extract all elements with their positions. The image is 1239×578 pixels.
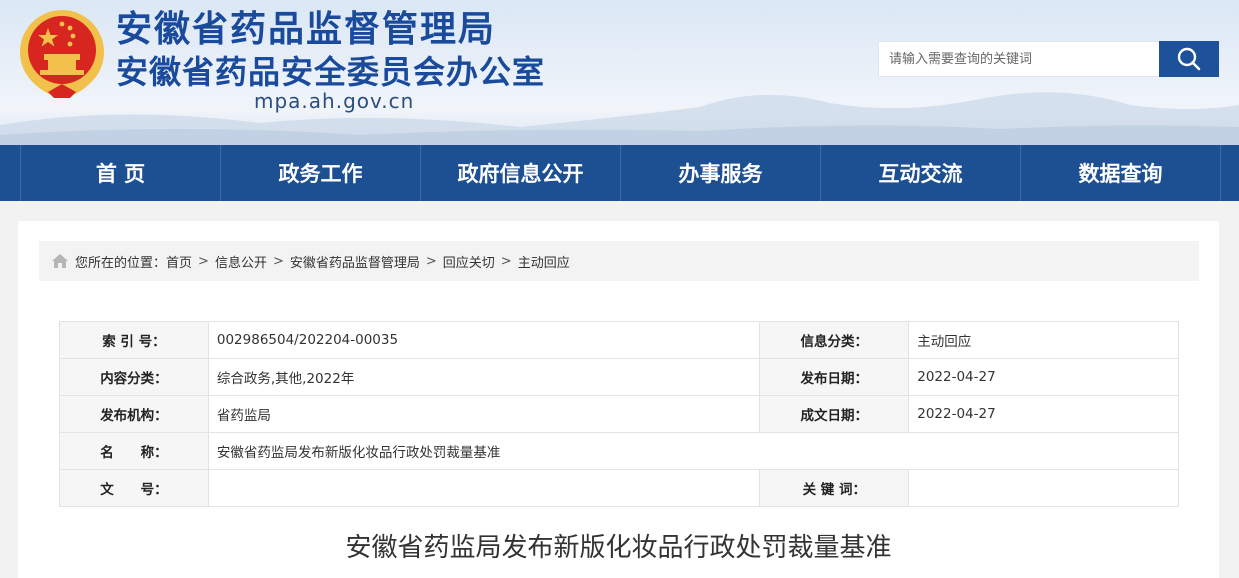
search-input[interactable]	[879, 42, 1159, 76]
document-number-label: 文 号：	[59, 469, 209, 507]
created-date-value: 2022-04-27	[908, 395, 1179, 433]
table-row: 发布机构： 省药监局 成文日期： 2022-04-27	[59, 395, 1179, 433]
nav-item-data-query[interactable]: 数据查询	[1021, 145, 1221, 201]
site-domain: mpa.ah.gov.cn	[254, 89, 415, 113]
keywords-value	[908, 469, 1179, 507]
content-category-value: 综合政务,其他,2022年	[207, 358, 761, 396]
breadcrumb-link-active-response[interactable]: 主动回应	[518, 252, 570, 271]
main-nav: 首 页 政务工作 政府信息公开 办事服务 互动交流 数据查询	[0, 145, 1239, 201]
table-row: 文 号： 关 键 词：	[59, 469, 1179, 507]
index-number-value: 002986504/202204-00035	[207, 321, 761, 359]
main-content: 您所在的位置： 首页 > 信息公开 > 安徽省药品监督管理局 > 回应关切 > …	[18, 221, 1219, 578]
document-number-value	[207, 469, 761, 507]
site-title-secondary: 安徽省药品安全委员会办公室	[116, 53, 546, 91]
keywords-label: 关 键 词：	[759, 469, 910, 507]
search-icon	[1177, 47, 1201, 71]
info-category-label: 信息分类：	[759, 321, 910, 359]
nav-item-info-disclosure[interactable]: 政府信息公开	[421, 145, 621, 201]
publishing-org-value: 省药监局	[207, 395, 761, 433]
breadcrumb-link-responses[interactable]: 回应关切	[443, 252, 495, 271]
nav-item-home[interactable]: 首 页	[20, 145, 221, 201]
breadcrumb: 您所在的位置： 首页 > 信息公开 > 安徽省药品监督管理局 > 回应关切 > …	[39, 241, 1199, 281]
document-info-table: 索 引 号： 002986504/202204-00035 信息分类： 主动回应…	[59, 321, 1180, 507]
home-icon	[51, 253, 69, 269]
info-category-value: 主动回应	[908, 321, 1179, 359]
breadcrumb-prefix: 您所在的位置：	[75, 255, 167, 271]
site-title-primary: 安徽省药品监督管理局	[116, 9, 497, 50]
table-row: 索 引 号： 002986504/202204-00035 信息分类： 主动回应	[59, 321, 1179, 359]
table-row: 名 称： 安徽省药监局发布新版化妆品行政处罚裁量基准	[59, 432, 1180, 470]
publish-date-value: 2022-04-27	[908, 358, 1179, 396]
search-box	[878, 41, 1160, 77]
publishing-org-label: 发布机构：	[59, 395, 209, 433]
document-name-label: 名 称：	[59, 432, 209, 470]
publish-date-label: 发布日期：	[759, 358, 910, 396]
breadcrumb-separator: >	[198, 253, 209, 269]
national-emblem-icon	[18, 8, 106, 100]
nav-item-government-affairs[interactable]: 政务工作	[221, 145, 421, 201]
article-title: 安徽省药监局发布新版化妆品行政处罚裁量基准	[345, 533, 892, 563]
table-row: 内容分类： 综合政务,其他,2022年 发布日期： 2022-04-27	[59, 358, 1179, 396]
index-number-label: 索 引 号：	[59, 321, 209, 359]
content-category-label: 内容分类：	[59, 358, 209, 396]
breadcrumb-separator: >	[272, 253, 284, 269]
search-button[interactable]	[1159, 41, 1219, 77]
breadcrumb-link-home[interactable]: 首页	[166, 252, 192, 271]
nav-item-services[interactable]: 办事服务	[621, 145, 821, 201]
created-date-label: 成文日期：	[759, 395, 910, 433]
document-name-value: 安徽省药监局发布新版化妆品行政处罚裁量基准	[207, 432, 1180, 470]
breadcrumb-separator: >	[425, 253, 437, 269]
site-header: 安徽省药品监督管理局 安徽省药品安全委员会办公室 mpa.ah.gov.cn	[0, 0, 1239, 145]
breadcrumb-separator: >	[500, 253, 512, 269]
nav-item-interaction[interactable]: 互动交流	[821, 145, 1021, 201]
breadcrumb-link-bureau[interactable]: 安徽省药品监督管理局	[290, 252, 420, 271]
breadcrumb-link-info-disclosure[interactable]: 信息公开	[215, 252, 267, 271]
